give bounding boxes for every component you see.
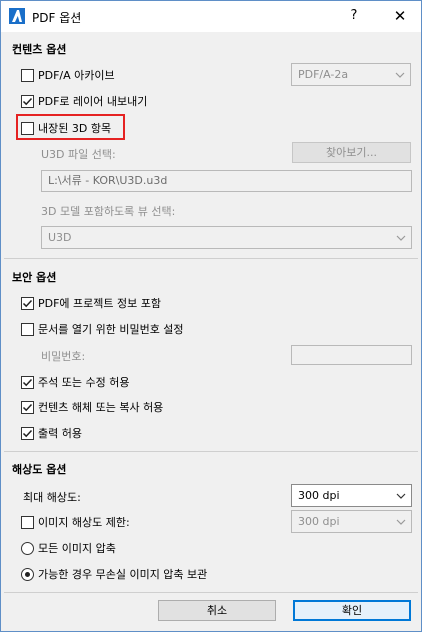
section-divider — [4, 592, 418, 593]
help-button[interactable]: ? — [341, 4, 367, 28]
export-layers-checkbox[interactable] — [21, 94, 34, 108]
pdf-options-dialog: PDF 옵션 ? ✕ 컨텐츠 옵션 PDF/A 아카이브 PDF/A-2a PD… — [0, 0, 422, 632]
password-field[interactable] — [291, 345, 412, 365]
content-options-title: 컨텐츠 옵션 — [12, 43, 67, 56]
lossless-radio[interactable] — [21, 567, 34, 581]
u3d-file-label: U3D 파일 선택: — [41, 148, 116, 161]
allow-comments-checkbox[interactable] — [21, 375, 34, 389]
lossless-label: 가능한 경우 무손실 이미지 압축 보관 — [38, 568, 208, 581]
compress-all-row[interactable]: 모든 이미지 압축 — [21, 540, 116, 556]
allow-comments-row[interactable]: 주석 또는 수정 허용 — [21, 374, 129, 390]
compress-all-label: 모든 이미지 압축 — [38, 542, 116, 555]
embedded-3d-row[interactable]: 내장된 3D 항목 — [21, 120, 111, 136]
check-icon — [22, 429, 33, 437]
max-resolution-label: 최대 해상도: — [23, 491, 81, 504]
window-title: PDF 옵션 — [32, 11, 82, 25]
app-icon — [9, 8, 25, 24]
include-project-info-row[interactable]: PDF에 프로젝트 정보 포함 — [21, 295, 161, 311]
pdfa-version-select[interactable]: PDF/A-2a — [291, 63, 411, 86]
embedded-3d-checkbox[interactable] — [21, 121, 34, 135]
password-to-open-checkbox[interactable] — [21, 322, 34, 336]
embedded-3d-label: 내장된 3D 항목 — [38, 122, 112, 135]
section-divider — [4, 258, 418, 259]
allow-comments-label: 주석 또는 수정 허용 — [38, 376, 130, 389]
export-layers-row[interactable]: PDF로 레이어 내보내기 — [21, 93, 147, 109]
allow-copy-row[interactable]: 컨텐츠 해체 또는 복사 허용 — [21, 399, 163, 415]
check-icon — [22, 403, 33, 411]
max-resolution-value: 300 dpi — [298, 489, 340, 502]
close-icon: ✕ — [393, 7, 407, 25]
security-options-title: 보안 옵션 — [12, 271, 57, 284]
allow-copy-checkbox[interactable] — [21, 400, 34, 414]
password-label: 비밀번호: — [41, 350, 86, 363]
section-divider — [4, 451, 418, 452]
ok-button[interactable]: 확인 — [293, 600, 411, 621]
include-project-info-label: PDF에 프로젝트 정보 포함 — [38, 297, 161, 310]
include-project-info-checkbox[interactable] — [21, 296, 34, 310]
pdfa-checkbox[interactable] — [21, 68, 34, 82]
cancel-button[interactable]: 취소 — [158, 600, 276, 621]
allow-print-label: 출력 허용 — [38, 427, 82, 440]
limit-image-label: 이미지 해상도 제한: — [38, 516, 130, 529]
limit-image-row[interactable]: 이미지 해상도 제한: — [21, 514, 130, 530]
limit-image-value: 300 dpi — [298, 515, 340, 528]
radio-selected-dot — [25, 571, 30, 577]
close-button[interactable]: ✕ — [385, 4, 415, 28]
allow-copy-label: 컨텐츠 해체 또는 복사 허용 — [38, 401, 164, 414]
max-resolution-select[interactable]: 300 dpi — [291, 484, 412, 507]
model-view-select[interactable]: U3D — [41, 226, 412, 249]
limit-image-select[interactable]: 300 dpi — [291, 510, 412, 533]
chevron-down-icon — [396, 235, 406, 241]
check-icon — [22, 97, 33, 105]
check-icon — [22, 299, 33, 307]
allow-print-row[interactable]: 출력 허용 — [21, 425, 82, 441]
chevron-down-icon — [395, 72, 405, 78]
title-bar: PDF 옵션 ? ✕ — [1, 1, 421, 32]
password-to-open-row[interactable]: 문서를 열기 위한 비밀번호 설정 — [21, 321, 184, 337]
u3d-path-field[interactable]: L:\서류 - KOR\U3D.u3d — [41, 170, 412, 192]
chevron-down-icon — [396, 519, 406, 525]
model-view-value: U3D — [48, 231, 72, 244]
password-to-open-label: 문서를 열기 위한 비밀번호 설정 — [38, 323, 184, 336]
limit-image-checkbox[interactable] — [21, 515, 34, 529]
export-layers-label: PDF로 레이어 내보내기 — [38, 95, 148, 108]
pdfa-label: PDF/A 아카이브 — [38, 69, 115, 82]
lossless-row[interactable]: 가능한 경우 무손실 이미지 압축 보관 — [21, 566, 207, 582]
check-icon — [22, 378, 33, 386]
browse-button[interactable]: 찾아보기... — [292, 142, 411, 163]
pdfa-checkbox-row[interactable]: PDF/A 아카이브 — [21, 67, 115, 83]
chevron-down-icon — [396, 493, 406, 499]
allow-print-checkbox[interactable] — [21, 426, 34, 440]
pdfa-version-value: PDF/A-2a — [298, 68, 349, 81]
compress-all-radio[interactable] — [21, 541, 34, 555]
resolution-options-title: 해상도 옵션 — [12, 463, 67, 476]
model-view-label: 3D 모델 포함하도록 뷰 선택: — [41, 205, 176, 218]
